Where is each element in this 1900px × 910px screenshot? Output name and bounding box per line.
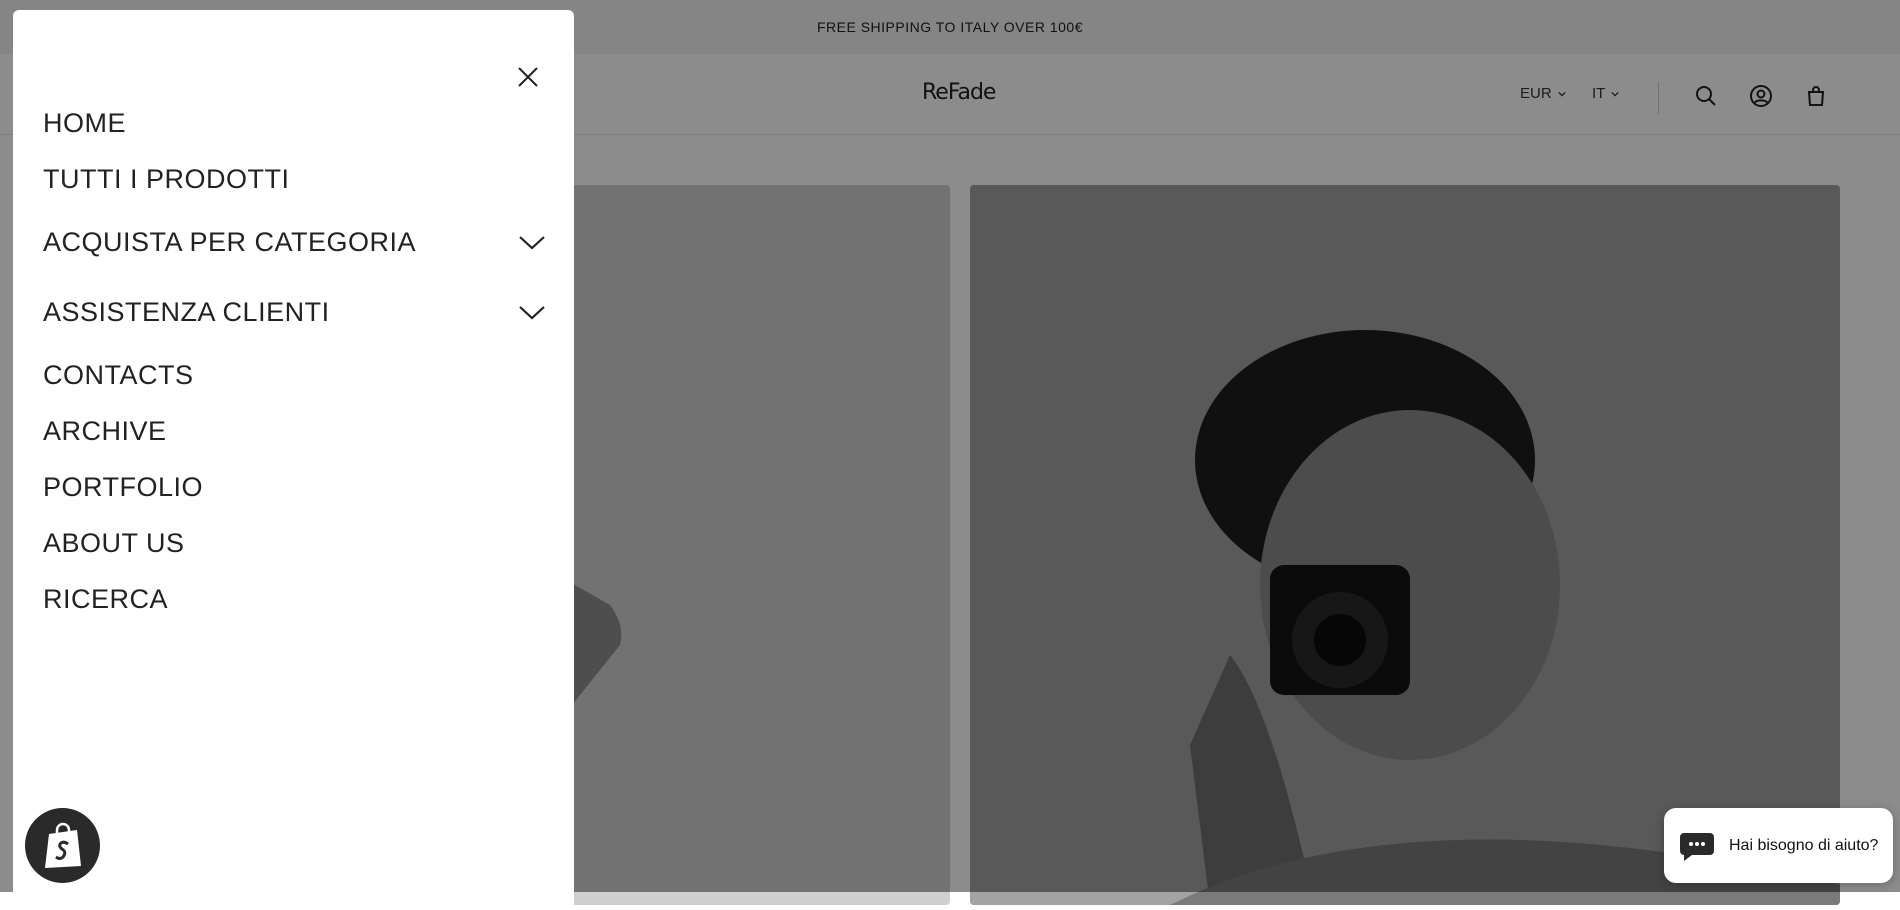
chevron-down-icon[interactable]: [518, 235, 546, 251]
menu-item-archive[interactable]: ARCHIVE: [43, 416, 167, 447]
chat-bubble-icon: [1680, 832, 1714, 861]
close-icon: [518, 67, 538, 87]
menu-item-customer-care[interactable]: ASSISTENZA CLIENTI: [43, 297, 330, 328]
menu-item-contacts[interactable]: CONTACTS: [43, 360, 194, 391]
shopify-badge[interactable]: [25, 808, 100, 883]
menu-item-all-products[interactable]: TUTTI I PRODOTTI: [43, 164, 289, 195]
menu-item-about-us[interactable]: ABOUT US: [43, 528, 185, 559]
chat-label: Hai bisogno di aiuto?: [1729, 836, 1879, 854]
chevron-down-icon[interactable]: [518, 305, 546, 321]
menu-drawer: HOME TUTTI I PRODOTTI ACQUISTA PER CATEG…: [13, 10, 574, 910]
menu-item-search[interactable]: RICERCA: [43, 584, 168, 615]
chat-widget[interactable]: Hai bisogno di aiuto?: [1664, 808, 1893, 883]
shopping-bag-icon: [44, 822, 81, 868]
menu-item-shop-by-category[interactable]: ACQUISTA PER CATEGORIA: [43, 227, 416, 258]
menu-item-home[interactable]: HOME: [43, 108, 126, 139]
menu-item-portfolio[interactable]: PORTFOLIO: [43, 472, 203, 503]
close-menu-button[interactable]: [503, 52, 553, 102]
